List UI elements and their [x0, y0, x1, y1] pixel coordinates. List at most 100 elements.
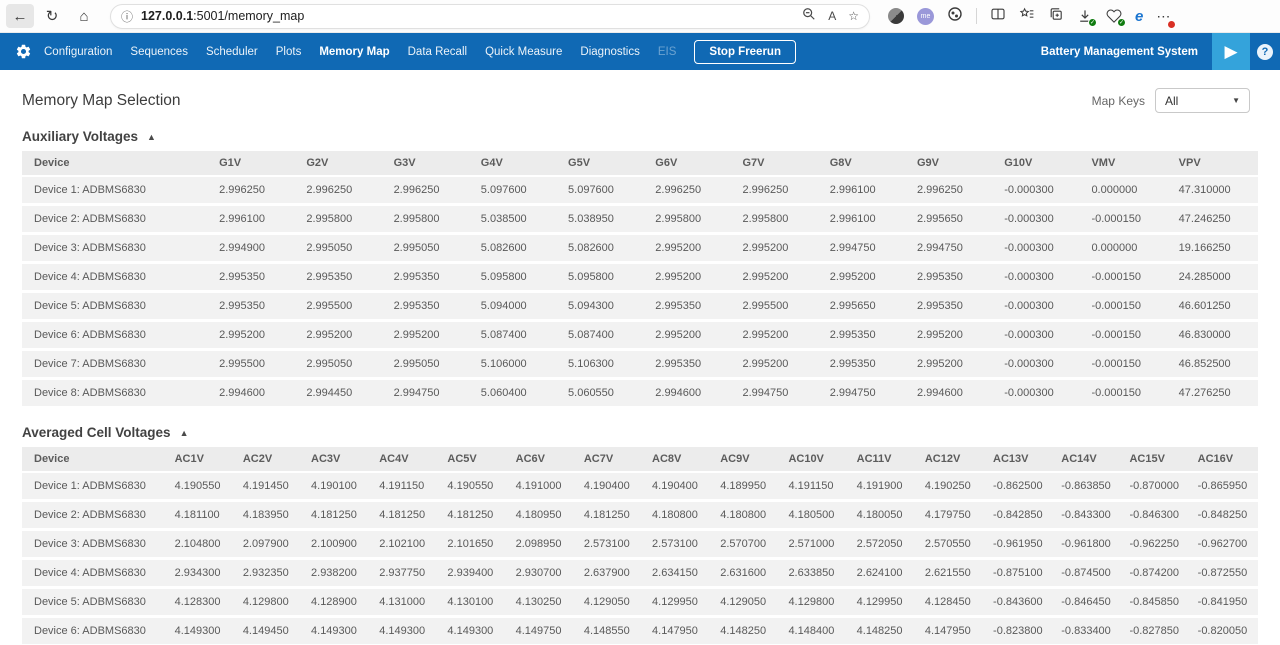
- aux-voltages-section-header[interactable]: Auxiliary Voltages ▲: [22, 129, 1258, 144]
- collections-icon[interactable]: [1048, 6, 1064, 27]
- device-cell: Device 8: ADBMS6830: [22, 379, 211, 408]
- map-keys-dropdown[interactable]: All ▼: [1155, 88, 1250, 113]
- table-row: Device 1: ADBMS68304.1905504.1914504.190…: [22, 472, 1258, 501]
- value-cell: 2.996100: [822, 176, 909, 205]
- address-bar[interactable]: ⓘ 127.0.0.1:5001/memory_map A ☆: [110, 4, 870, 29]
- value-cell: 5.038950: [560, 205, 647, 234]
- extension-icon[interactable]: [888, 8, 904, 24]
- value-cell: 2.995200: [735, 263, 822, 292]
- cookie-extension-icon[interactable]: [947, 6, 963, 27]
- nav-item-diagnostics[interactable]: Diagnostics: [580, 46, 639, 58]
- home-icon[interactable]: ⌂: [70, 4, 98, 28]
- value-cell: 4.190550: [439, 472, 507, 501]
- value-cell: 5.106000: [473, 350, 560, 379]
- value-cell: 2.937750: [371, 559, 439, 588]
- col-header-ac11v: AC11V: [849, 447, 917, 472]
- device-cell: Device 3: ADBMS6830: [22, 234, 211, 263]
- value-cell: -0.827850: [1121, 617, 1189, 645]
- site-info-icon[interactable]: ⓘ: [121, 8, 133, 25]
- value-cell: 2.573100: [576, 530, 644, 559]
- value-cell: 4.129050: [576, 588, 644, 617]
- col-header-g5v: G5V: [560, 151, 647, 176]
- value-cell: 0.000000: [1083, 234, 1170, 263]
- nav-item-memory-map[interactable]: Memory Map: [319, 46, 389, 58]
- table-row: Device 5: ADBMS68304.1283004.1298004.128…: [22, 588, 1258, 617]
- value-cell: 4.147950: [644, 617, 712, 645]
- value-cell: 5.097600: [473, 176, 560, 205]
- value-cell: 2.995350: [647, 350, 734, 379]
- more-menu-icon[interactable]: ⋯: [1156, 8, 1171, 25]
- value-cell: 2.994900: [211, 234, 298, 263]
- nav-item-plots[interactable]: Plots: [276, 46, 302, 58]
- app-title: Battery Management System: [1041, 46, 1198, 58]
- toolbar-divider: [976, 8, 977, 24]
- value-cell: 2.570700: [712, 530, 780, 559]
- zoom-out-icon[interactable]: [802, 7, 816, 26]
- value-cell: 2.995200: [211, 321, 298, 350]
- stop-freerun-button[interactable]: Stop Freerun: [694, 40, 796, 64]
- nav-item-configuration[interactable]: Configuration: [44, 46, 112, 58]
- col-header-ac16v: AC16V: [1190, 447, 1258, 472]
- collapse-up-icon[interactable]: ▲: [180, 428, 189, 438]
- table-row: Device 2: ADBMS68302.9961002.9958002.995…: [22, 205, 1258, 234]
- value-cell: -0.000300: [996, 234, 1083, 263]
- profile-avatar[interactable]: me: [917, 8, 934, 25]
- table-row: Device 5: ADBMS68302.9953502.9955002.995…: [22, 292, 1258, 321]
- device-cell: Device 1: ADBMS6830: [22, 176, 211, 205]
- browser-essentials-icon[interactable]: ✓: [1106, 8, 1122, 24]
- value-cell: -0.000300: [996, 379, 1083, 408]
- run-play-button[interactable]: ▶: [1212, 33, 1250, 70]
- nav-item-scheduler[interactable]: Scheduler: [206, 46, 258, 58]
- nav-item-sequences[interactable]: Sequences: [130, 46, 188, 58]
- favorite-star-icon[interactable]: ☆: [848, 9, 859, 23]
- url-host: 127.0.0.1: [141, 9, 193, 23]
- value-cell: 47.246250: [1171, 205, 1258, 234]
- value-cell: 4.191450: [235, 472, 303, 501]
- col-header-ac4v: AC4V: [371, 447, 439, 472]
- value-cell: 47.276250: [1171, 379, 1258, 408]
- value-cell: -0.961800: [1053, 530, 1121, 559]
- notification-dot: [1167, 20, 1176, 29]
- value-cell: -0.874200: [1121, 559, 1189, 588]
- value-cell: 4.129950: [849, 588, 917, 617]
- value-cell: 5.087400: [473, 321, 560, 350]
- nav-item-quick-measure[interactable]: Quick Measure: [485, 46, 562, 58]
- value-cell: -0.846450: [1053, 588, 1121, 617]
- value-cell: -0.842850: [985, 501, 1053, 530]
- nav-item-data-recall[interactable]: Data Recall: [408, 46, 467, 58]
- ie-mode-icon[interactable]: e: [1135, 9, 1143, 24]
- col-header-device: Device: [22, 151, 211, 176]
- refresh-icon[interactable]: ↻: [38, 4, 66, 28]
- value-cell: 2.104800: [167, 530, 235, 559]
- table-header-row: DeviceAC1VAC2VAC3VAC4VAC5VAC6VAC7VAC8VAC…: [22, 447, 1258, 472]
- value-cell: 4.149450: [235, 617, 303, 645]
- downloads-icon[interactable]: ✓: [1077, 8, 1093, 24]
- value-cell: 2.994600: [647, 379, 734, 408]
- settings-gear-icon[interactable]: [10, 43, 36, 60]
- value-cell: 2.631600: [712, 559, 780, 588]
- value-cell: -0.843300: [1053, 501, 1121, 530]
- value-cell: -0.874500: [1053, 559, 1121, 588]
- collapse-up-icon[interactable]: ▲: [147, 132, 156, 142]
- value-cell: 5.087400: [560, 321, 647, 350]
- value-cell: 2.996250: [735, 176, 822, 205]
- col-header-ac2v: AC2V: [235, 447, 303, 472]
- value-cell: -0.823800: [985, 617, 1053, 645]
- value-cell: -0.870000: [1121, 472, 1189, 501]
- favorites-icon[interactable]: [1019, 6, 1035, 27]
- value-cell: 2.994450: [298, 379, 385, 408]
- value-cell: 4.181250: [303, 501, 371, 530]
- back-icon[interactable]: ←: [6, 4, 34, 28]
- col-header-ac9v: AC9V: [712, 447, 780, 472]
- read-aloud-icon[interactable]: A: [828, 9, 836, 23]
- table-row: Device 8: ADBMS68302.9946002.9944502.994…: [22, 379, 1258, 408]
- avg-cell-voltages-section-header[interactable]: Averaged Cell Voltages ▲: [22, 425, 1258, 440]
- split-screen-icon[interactable]: [990, 6, 1006, 27]
- app-navbar: Configuration Sequences Scheduler Plots Memo…: [0, 33, 1280, 70]
- value-cell: 2.995350: [211, 263, 298, 292]
- help-button[interactable]: ?: [1250, 44, 1280, 60]
- col-header-ac12v: AC12V: [917, 447, 985, 472]
- value-cell: 2.637900: [576, 559, 644, 588]
- value-cell: -0.000300: [996, 292, 1083, 321]
- value-cell: 2.995350: [647, 292, 734, 321]
